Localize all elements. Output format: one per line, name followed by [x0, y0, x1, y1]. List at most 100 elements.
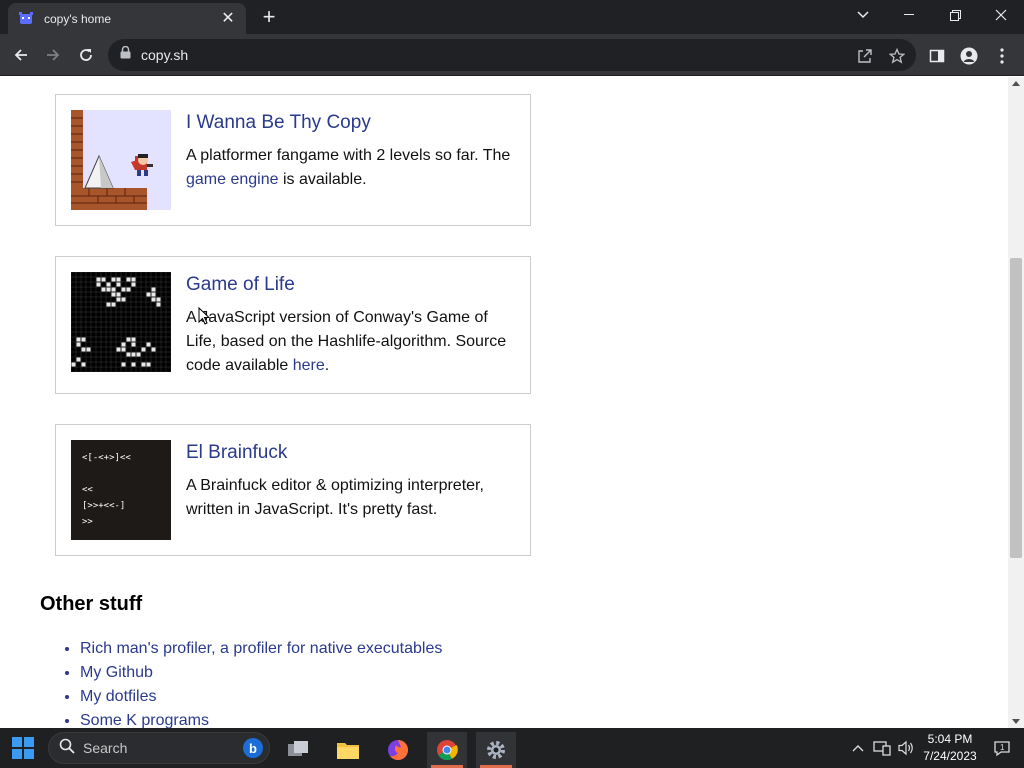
life-cell	[81, 362, 86, 367]
clock-date: 7/24/2023	[923, 749, 977, 763]
life-cell	[116, 277, 121, 282]
profiler-link[interactable]: Rich man's profiler, a profiler for nati…	[80, 640, 442, 657]
life-cell	[116, 347, 121, 352]
life-desc-text-end: .	[324, 357, 330, 374]
tray-chevron-up-icon[interactable]	[848, 728, 868, 768]
task-view-icon[interactable]	[278, 732, 318, 768]
firefox-icon[interactable]	[378, 732, 418, 768]
browser-tab[interactable]: copy's home ✕	[8, 3, 246, 34]
source-here-link[interactable]: here	[293, 357, 325, 374]
life-cell	[156, 302, 161, 307]
reload-icon[interactable]	[73, 42, 99, 68]
windows-start-icon[interactable]	[12, 737, 34, 759]
life-cell	[111, 302, 116, 307]
life-cell	[146, 342, 151, 347]
life-cell	[111, 292, 116, 297]
network-icon[interactable]	[872, 728, 892, 768]
life-cell	[111, 277, 116, 282]
new-tab-icon[interactable]: +	[256, 6, 282, 30]
dotfiles-link[interactable]: My dotfiles	[80, 688, 156, 705]
kebab-menu-icon[interactable]	[992, 46, 1012, 66]
list-item: My Github	[80, 661, 442, 685]
search-icon	[59, 738, 75, 759]
project-card-brainfuck: <[-<+>]<< << [>>+<<-] >> El Brainfuck A …	[55, 424, 531, 556]
browser-toolbar: copy.sh	[0, 34, 1024, 76]
life-cell	[71, 362, 76, 367]
life-cell	[136, 352, 141, 357]
bing-icon[interactable]: b	[243, 738, 263, 763]
life-cell	[131, 342, 136, 347]
life-cell	[121, 287, 126, 292]
page-content: I Wanna Be Thy Copy A platformer fangame…	[0, 77, 1008, 728]
bookmark-star-icon[interactable]	[888, 47, 906, 65]
tab-search-chevron-icon[interactable]	[840, 0, 886, 30]
tab-close-icon[interactable]: ✕	[220, 10, 236, 27]
forward-arrow-icon[interactable]	[40, 42, 66, 68]
brainfuck-code-sample: <[-<+>]<< << [>>+<<-] >>	[82, 453, 131, 527]
wanna-title-link[interactable]: I Wanna Be Thy Copy	[186, 112, 371, 134]
life-cell	[76, 337, 81, 342]
life-cell	[126, 337, 131, 342]
svg-text:b: b	[249, 741, 257, 756]
list-item: Some K programs	[80, 709, 442, 728]
other-stuff-heading: Other stuff	[40, 593, 143, 615]
project-card-life: Game of Life A JavaScript version of Con…	[55, 256, 531, 394]
lock-icon[interactable]	[120, 45, 131, 64]
notifications-icon[interactable]: 1	[990, 728, 1014, 768]
life-cell	[131, 352, 136, 357]
life-cell	[121, 362, 126, 367]
clock-time: 5:04 PM	[927, 732, 973, 746]
life-cell	[76, 342, 81, 347]
life-cell	[121, 342, 126, 347]
life-cell	[146, 292, 151, 297]
wanna-description: A platformer fangame with 2 levels so fa…	[186, 144, 518, 192]
game-engine-link[interactable]: game engine	[186, 171, 279, 188]
life-cell	[96, 277, 101, 282]
share-icon[interactable]	[856, 47, 874, 65]
restore-icon[interactable]	[932, 0, 978, 30]
close-window-icon[interactable]	[978, 0, 1024, 30]
brainfuck-title-link[interactable]: El Brainfuck	[186, 442, 287, 464]
tab-title: copy's home	[44, 11, 111, 26]
chrome-icon[interactable]	[427, 732, 467, 768]
life-cell	[151, 292, 156, 297]
wanna-thumbnail[interactable]	[71, 110, 171, 210]
settings-gear-icon[interactable]	[476, 732, 516, 768]
life-cell	[126, 352, 131, 357]
life-cell	[131, 362, 136, 367]
scroll-up-icon[interactable]	[1012, 81, 1020, 86]
life-cell	[141, 362, 146, 367]
life-cell	[106, 287, 111, 292]
life-cell	[151, 347, 156, 352]
search-placeholder: Search	[83, 740, 128, 756]
life-cell	[131, 277, 136, 282]
browser-titlebar: copy's home ✕ +	[0, 0, 1024, 34]
side-panel-icon[interactable]	[927, 46, 947, 66]
minimize-icon[interactable]	[886, 0, 932, 30]
address-bar[interactable]: copy.sh	[108, 39, 916, 71]
github-link[interactable]: My Github	[80, 664, 153, 681]
life-desc-text: A JavaScript version of Conway's Game of…	[186, 309, 507, 374]
life-title-link[interactable]: Game of Life	[186, 274, 295, 296]
project-card-wanna: I Wanna Be Thy Copy A platformer fangame…	[55, 94, 531, 226]
taskbar-clock[interactable]: 5:04 PM 7/24/2023	[912, 731, 988, 765]
profile-icon[interactable]	[959, 46, 979, 66]
back-arrow-icon[interactable]	[8, 42, 34, 68]
url-text: copy.sh	[141, 47, 189, 63]
wanna-desc-text-end: is available.	[278, 171, 367, 188]
scroll-down-icon[interactable]	[1012, 719, 1020, 724]
k-programs-link[interactable]: Some K programs	[80, 712, 209, 728]
windows-taskbar: Search b 5:04 PM 7/24/2023 1	[0, 728, 1024, 768]
list-item: My dotfiles	[80, 685, 442, 709]
taskbar-search[interactable]: Search b	[48, 732, 270, 764]
life-thumbnail[interactable]	[71, 272, 171, 372]
file-explorer-icon[interactable]	[328, 732, 368, 768]
brainfuck-thumbnail[interactable]: <[-<+>]<< << [>>+<<-] >>	[71, 440, 171, 540]
life-cell	[81, 337, 86, 342]
life-cell	[101, 287, 106, 292]
life-cell	[116, 282, 121, 287]
page-scrollbar[interactable]	[1008, 77, 1024, 728]
life-cell	[86, 347, 91, 352]
scroll-thumb[interactable]	[1010, 258, 1022, 558]
life-cell	[121, 347, 126, 352]
